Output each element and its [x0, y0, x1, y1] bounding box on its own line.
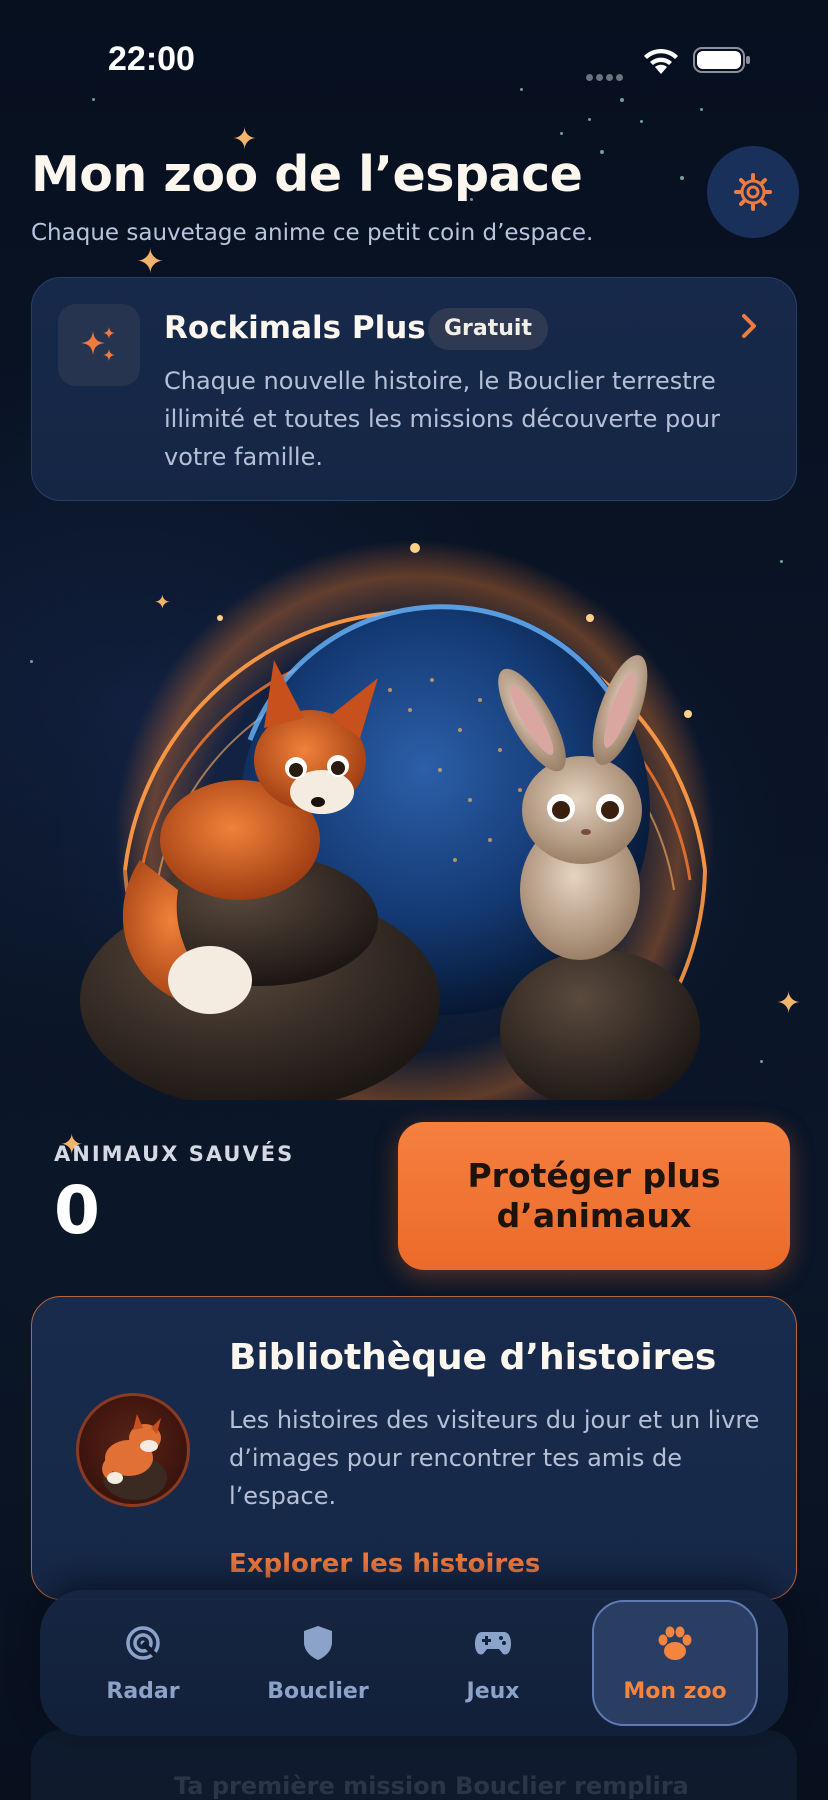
promo-icon-tile [58, 304, 140, 386]
library-description: Les histoires des visiteurs du jour et u… [229, 1406, 760, 1510]
chevron-right-icon [742, 314, 756, 338]
shield-icon [298, 1623, 338, 1663]
hero-illustration [80, 540, 715, 1100]
page-subtitle: Chaque sauvetage anime ce petit coin d’e… [31, 220, 594, 246]
gamepad-icon [473, 1623, 513, 1663]
bottom-tab-bar: Radar Bouclier Jeux Mon zoo [40, 1590, 788, 1736]
sparkle-icon: ✦ [776, 986, 802, 1021]
tab-jeux[interactable]: Jeux [410, 1600, 576, 1726]
animals-saved-count: 0 [54, 1172, 100, 1249]
free-badge: Gratuit [428, 308, 548, 350]
protect-button-label: Protéger plus d’animaux [467, 1156, 721, 1235]
story-library-card[interactable]: Bibliothèque d’histoires Les histoires d… [31, 1296, 797, 1600]
promo-title: Rockimals Plus [164, 310, 426, 346]
protect-more-animals-button[interactable]: Protéger plus d’animaux [398, 1122, 790, 1270]
signal-dots-icon [586, 66, 630, 81]
tab-radar-label: Radar [106, 1678, 180, 1704]
tab-mon-zoo[interactable]: Mon zoo [592, 1600, 758, 1726]
page-title: Mon zoo de l’espace [31, 146, 583, 203]
gear-icon [734, 173, 772, 211]
promo-description: Chaque nouvelle histoire, le Bouclier te… [164, 367, 720, 471]
explore-stories-link[interactable]: Explorer les histoires [229, 1549, 540, 1579]
library-title: Bibliothèque d’histoires [229, 1337, 717, 1378]
rockimals-plus-card[interactable]: Rockimals Plus Gratuit Chaque nouvelle h… [31, 277, 797, 501]
animals-saved-label: ANIMAUX SAUVÉS [54, 1142, 295, 1166]
radar-icon [123, 1623, 163, 1663]
fox-avatar [76, 1393, 190, 1507]
tab-jeux-label: Jeux [466, 1678, 520, 1704]
sparkle-icon: ✦ [136, 242, 165, 282]
tab-radar[interactable]: Radar [60, 1600, 226, 1726]
tab-bouclier-label: Bouclier [267, 1678, 369, 1704]
paw-icon [655, 1623, 695, 1663]
sparkles-icon [81, 327, 115, 361]
status-time: 22:00 [108, 40, 195, 78]
battery-icon [693, 47, 750, 73]
mission-text-behind: Ta première mission Bouclier remplira [174, 1772, 689, 1800]
settings-button[interactable] [707, 146, 799, 238]
tab-bouclier[interactable]: Bouclier [235, 1600, 401, 1726]
wifi-icon [644, 48, 678, 74]
tab-mon-zoo-label: Mon zoo [623, 1678, 727, 1704]
status-bar: 22:00 [0, 0, 828, 120]
